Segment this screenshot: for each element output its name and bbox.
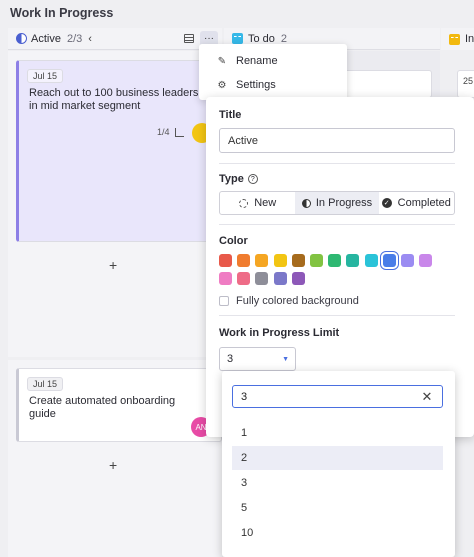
color-swatch[interactable] (328, 254, 342, 267)
type-option-label: Completed (397, 197, 451, 209)
color-swatch[interactable] (273, 272, 287, 285)
todo-status-icon (232, 33, 243, 44)
clear-icon[interactable]: ✕ (417, 387, 437, 407)
help-icon[interactable]: ? (247, 174, 258, 184)
type-option-new[interactable]: New (220, 192, 295, 214)
color-swatch[interactable] (364, 254, 378, 267)
color-swatch[interactable] (401, 254, 414, 267)
subtask-count: 1/4 (157, 127, 170, 137)
half-circle-icon (301, 198, 311, 208)
column-context-menu: ✎ Rename ⚙ Settings (199, 44, 347, 100)
task-card[interactable]: Jul 15 Reach out to 100 business leaders… (16, 60, 222, 242)
color-swatch[interactable] (237, 254, 251, 267)
wip-limit-label: Work in Progress Limit (219, 327, 340, 339)
color-swatch[interactable] (291, 254, 305, 267)
in-progress-status-icon (16, 33, 27, 44)
dropdown-option[interactable]: 5 (232, 496, 443, 520)
fully-colored-label: Fully colored background (236, 295, 359, 307)
color-swatch[interactable] (255, 272, 269, 285)
subtask-icon (174, 127, 184, 137)
collapse-chevron-icon[interactable]: ‹ (88, 33, 92, 45)
dropdown-option[interactable]: 3 (232, 471, 443, 495)
color-swatch[interactable] (219, 272, 232, 285)
column-name: Active (31, 32, 61, 45)
color-swatch[interactable] (310, 254, 323, 267)
color-swatch[interactable] (379, 251, 399, 270)
fully-colored-checkbox[interactable] (219, 296, 229, 306)
type-option-label: New (254, 197, 277, 209)
dropdown-option[interactable]: 10 (232, 521, 443, 545)
fully-colored-option[interactable]: Fully colored background (219, 295, 359, 307)
type-option-in-progress[interactable]: In Progress (295, 192, 379, 214)
color-swatch[interactable] (346, 254, 360, 267)
card-title: 25 (463, 76, 474, 86)
add-card-button[interactable]: + (109, 257, 117, 273)
due-date-badge: Jul 15 (27, 377, 64, 391)
color-swatch[interactable] (291, 272, 305, 285)
color-swatch[interactable] (219, 254, 232, 267)
wip-limit-dropdown: ✕ 1 2 3 5 10 (222, 371, 455, 557)
type-label-text: Type (219, 173, 244, 185)
menu-item-label: Rename (236, 55, 278, 67)
subtask-counter: 1/4 (157, 127, 184, 137)
menu-item-label: Settings (236, 79, 276, 91)
column-header-active: Active 2/3 ‹ ··· (8, 28, 222, 50)
dropdown-option[interactable]: 1 (232, 421, 443, 445)
card-title: Reach out to 100 business leaders in mid… (29, 87, 199, 112)
wip-search-input[interactable] (232, 385, 443, 408)
card-title: Create automated onboarding guide (29, 395, 176, 420)
check-circle-icon: ✓ (381, 198, 392, 208)
menu-item-settings[interactable]: ⚙ Settings (199, 74, 347, 96)
column-name: To do (248, 32, 275, 45)
caret-down-icon: ▼ (282, 355, 289, 363)
column-header-third: In (441, 28, 474, 50)
color-swatch[interactable] (237, 272, 251, 285)
column-count: 2/3 (66, 32, 83, 45)
type-option-label: In Progress (315, 197, 373, 209)
title-input[interactable] (219, 128, 455, 153)
due-date-badge: Jul 15 (27, 69, 64, 83)
list-view-icon[interactable] (184, 34, 194, 43)
type-segmented-control: New In Progress ✓ Completed (219, 191, 455, 215)
divider (219, 315, 455, 316)
dashed-circle-icon (239, 198, 249, 208)
color-swatch[interactable] (419, 254, 433, 267)
wip-limit-select[interactable]: 3 ▼ (219, 347, 296, 371)
gear-icon: ⚙ (217, 79, 227, 91)
status-icon (449, 33, 460, 45)
divider (219, 163, 455, 164)
pencil-icon: ✎ (217, 55, 227, 67)
type-label: Type? (219, 173, 258, 185)
column-name: In (465, 33, 474, 45)
dropdown-option[interactable]: 2 (232, 446, 443, 470)
board-title: Work In Progress (10, 6, 114, 20)
color-swatch[interactable] (273, 254, 287, 267)
column-count: 2 (280, 32, 288, 45)
title-label: Title (219, 109, 242, 121)
wip-limit-value: 3 (227, 353, 234, 365)
color-swatch[interactable] (255, 254, 269, 267)
color-label: Color (219, 235, 248, 247)
add-card-button[interactable]: + (109, 457, 117, 473)
task-card[interactable]: Jul 15 Create automated onboarding guide… (16, 368, 222, 442)
type-option-completed[interactable]: ✓ Completed (379, 192, 454, 214)
menu-item-rename[interactable]: ✎ Rename (199, 50, 347, 72)
divider (219, 224, 455, 225)
